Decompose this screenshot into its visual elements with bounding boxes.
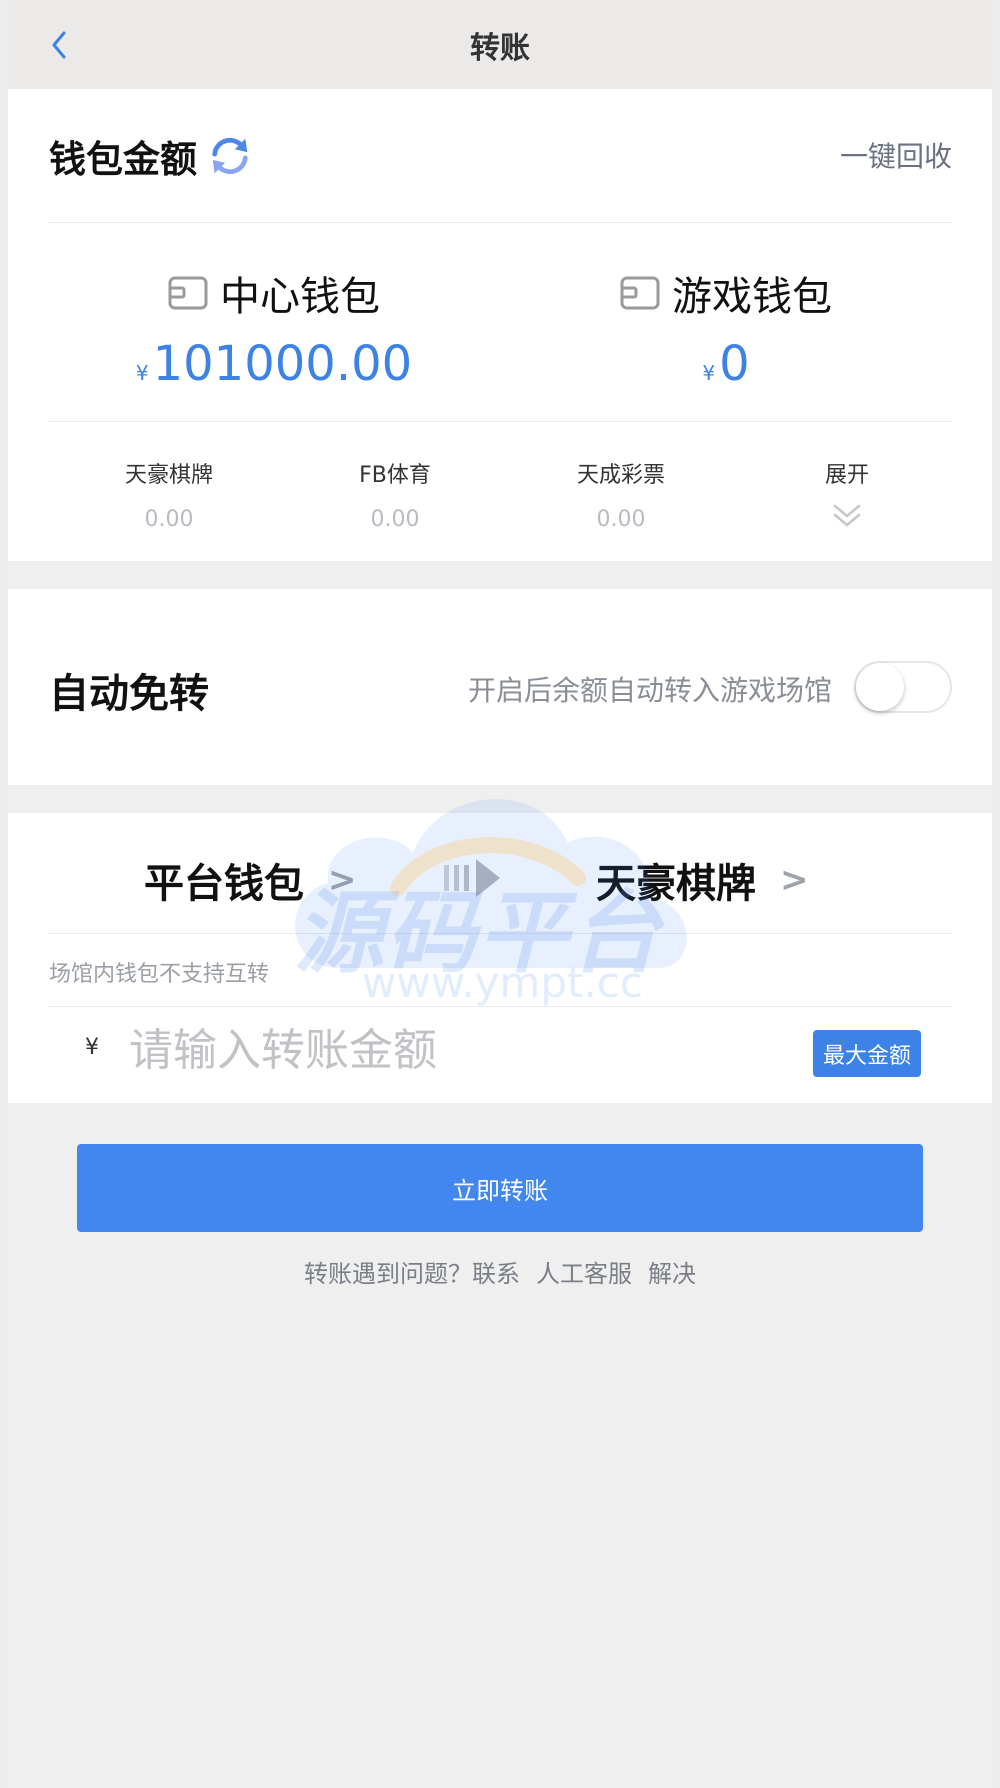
venue-name: FB体育 [359, 463, 431, 488]
back-button[interactable] [44, 28, 74, 62]
nav-header: 转账 [8, 0, 992, 89]
center-wallet: 中心钱包 ¥ 101000.00 [48, 264, 500, 392]
venue-item: FB体育 0.00 [282, 457, 508, 532]
center-wallet-amount: 101000.00 [152, 336, 413, 392]
auto-transfer-hint: 开启后余额自动转入游戏场馆 [467, 674, 832, 707]
transfer-note: 场馆内钱包不支持互转 [49, 962, 270, 987]
wallet-heading: 钱包金额 [49, 129, 253, 183]
transfer-direction-icon [444, 859, 500, 897]
divider [49, 222, 953, 223]
to-wallet-label: 天豪棋牌 [596, 861, 756, 907]
wallet-icon [620, 276, 660, 310]
venue-item: 天豪棋牌 0.00 [56, 457, 282, 532]
transfer-now-button[interactable]: 立即转账 [77, 1144, 923, 1232]
amount-row: ¥ 最大金额 [49, 1009, 953, 1103]
auto-transfer-toggle[interactable] [854, 661, 952, 713]
divider [49, 421, 953, 422]
venue-name: 天豪棋牌 [124, 463, 213, 488]
auto-transfer-card: 自动免转 开启后余额自动转入游戏场馆 [8, 589, 992, 785]
help-prefix: 转账遇到问题？联系 [304, 1260, 520, 1288]
expand-button[interactable]: 展开 [734, 457, 960, 529]
venue-balance: 0.00 [370, 507, 420, 532]
wallet-icon [168, 276, 208, 310]
divider [49, 1006, 953, 1007]
from-wallet-label: 平台钱包 [144, 861, 304, 907]
from-wallet-arrow: > [328, 860, 357, 900]
to-wallet-arrow: > [780, 860, 809, 900]
currency-symbol: ¥ [85, 1035, 99, 1060]
refresh-icon[interactable] [207, 133, 253, 179]
chevron-left-icon [52, 31, 66, 59]
help-suffix: 解决 [648, 1260, 696, 1288]
game-wallet-name: 游戏钱包 [672, 274, 832, 320]
toggle-knob [856, 663, 904, 711]
transfer-page: 转账 钱包金额 一键回收 中心钱包 ¥ 101000.00 游戏钱包 ¥ 0 天… [8, 0, 992, 1788]
to-wallet-selector[interactable]: 天豪棋牌 > [596, 851, 809, 909]
game-wallet: 游戏钱包 ¥ 0 [500, 264, 952, 392]
venue-balance: 0.00 [144, 507, 194, 532]
auto-transfer-title: 自动免转 [49, 671, 209, 717]
transfer-card: 平台钱包 > 天豪棋牌 > 场馆内钱包不支持互转 ¥ 最大金额 [8, 813, 992, 1103]
wallet-card: 钱包金额 一键回收 中心钱包 ¥ 101000.00 游戏钱包 ¥ 0 天豪棋牌… [8, 89, 992, 561]
double-chevron-down-icon [833, 504, 861, 527]
customer-service-link[interactable]: 人工客服 [536, 1254, 632, 1289]
page-title: 转账 [470, 30, 530, 66]
max-amount-button[interactable]: 最大金额 [812, 1030, 921, 1077]
expand-label: 展开 [824, 463, 869, 488]
venue-balance: 0.00 [596, 507, 646, 532]
venue-item: 天成彩票 0.00 [508, 457, 734, 532]
currency-symbol: ¥ [135, 361, 149, 385]
game-wallet-amount: 0 [719, 336, 750, 392]
help-text: 转账遇到问题？联系 人工客服 解决 [8, 1254, 992, 1289]
recycle-all-button[interactable]: 一键回收 [840, 135, 952, 175]
from-wallet-selector[interactable]: 平台钱包 > [144, 851, 357, 909]
amount-input[interactable] [129, 1023, 709, 1077]
center-wallet-name: 中心钱包 [220, 274, 380, 320]
divider [49, 933, 953, 934]
venue-name: 天成彩票 [576, 463, 665, 488]
wallet-title: 钱包金额 [49, 138, 197, 181]
currency-symbol: ¥ [702, 361, 716, 385]
